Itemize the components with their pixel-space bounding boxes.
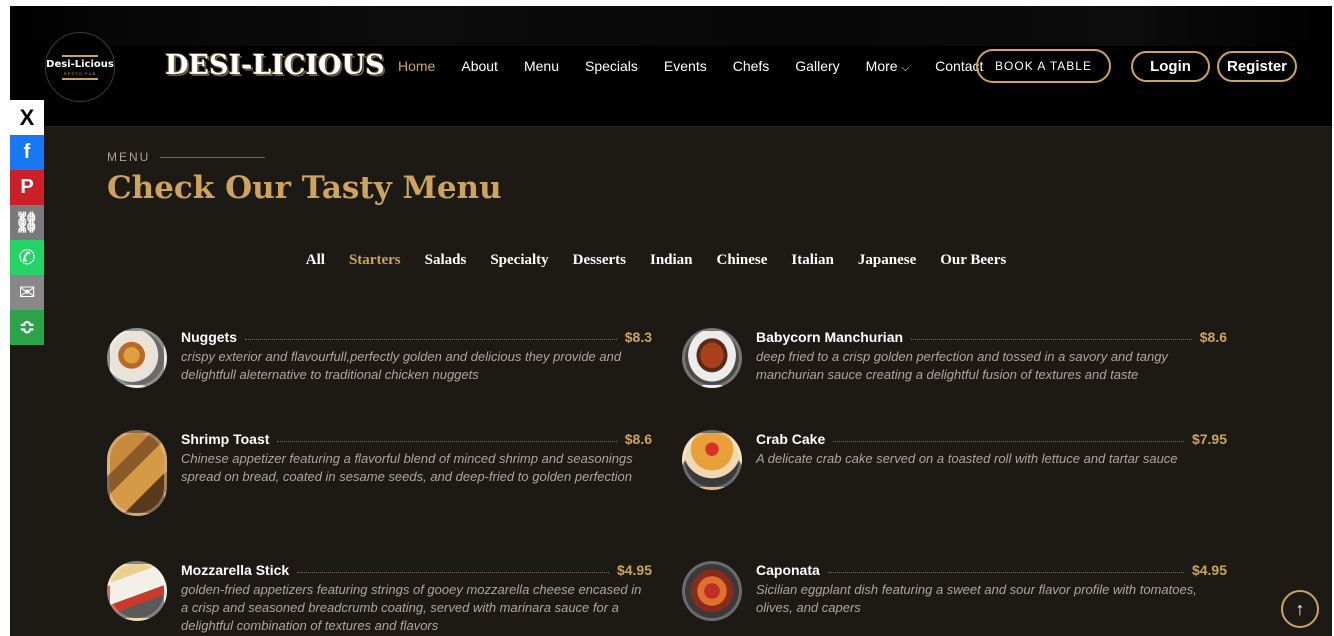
nav-more[interactable]: More ⌵: [866, 58, 910, 74]
section-title: Check Our Tasty Menu: [107, 170, 502, 206]
copy-link-button[interactable]: ⛓: [10, 205, 44, 240]
more-share-icon: ≎: [18, 317, 36, 339]
item-name: Crab Cake: [756, 431, 826, 447]
item-description: Chinese appetizer featuring a flavorful …: [181, 451, 633, 484]
nav-home[interactable]: Home: [398, 58, 435, 74]
filter-indian[interactable]: Indian: [650, 252, 693, 269]
section-eyebrow: MENU: [107, 150, 266, 164]
more-share-button[interactable]: ≎: [10, 310, 44, 345]
item-name: Mozzarella Stick: [181, 562, 290, 578]
eyebrow-divider: [160, 156, 266, 158]
filter-our-beers[interactable]: Our Beers: [940, 252, 1006, 269]
filter-italian[interactable]: Italian: [791, 252, 834, 269]
chevron-down-icon: ⌵: [901, 63, 910, 74]
x-share-button[interactable]: X: [10, 100, 44, 135]
login-button[interactable]: Login: [1131, 51, 1210, 82]
nav-gallery[interactable]: Gallery: [795, 58, 839, 74]
item-description: golden-fried appetizers featuring string…: [181, 582, 642, 633]
item-description: deep fried to a crisp golden perfection …: [756, 349, 1168, 382]
item-price: $8.6: [1199, 329, 1227, 345]
dotted-leader: [297, 571, 609, 573]
site-logo[interactable]: Desi-Licious RESTO-PUB: [45, 32, 115, 102]
food-image[interactable]: [682, 430, 742, 490]
header-decoration: [10, 6, 1332, 46]
item-price: $4.95: [616, 562, 652, 578]
food-image[interactable]: [682, 328, 742, 388]
book-table-button[interactable]: BOOK A TABLE: [976, 49, 1111, 83]
fork-icon: [62, 54, 98, 57]
pinterest-icon: P: [20, 176, 34, 198]
page-frame: Desi-Licious RESTO-PUB DESI-LICIOUS Home…: [10, 6, 1332, 636]
nav-about[interactable]: About: [461, 58, 498, 74]
facebook-icon: f: [23, 141, 31, 163]
scroll-to-top-button[interactable]: ↑: [1281, 590, 1319, 628]
item-price: $7.95: [1191, 431, 1227, 447]
nav-specials[interactable]: Specials: [585, 58, 638, 74]
knife-icon: [62, 77, 98, 80]
whatsapp-icon: ✆: [18, 247, 36, 269]
dotted-leader: [911, 338, 1192, 340]
item-name: Shrimp Toast: [181, 431, 270, 447]
nav-chefs[interactable]: Chefs: [733, 58, 770, 74]
item-price: $4.95: [1191, 562, 1227, 578]
nav-menu[interactable]: Menu: [524, 58, 559, 74]
item-price: $8.6: [624, 431, 652, 447]
email-share-button[interactable]: ✉: [10, 275, 44, 310]
site-header: Desi-Licious RESTO-PUB DESI-LICIOUS Home…: [10, 6, 1332, 127]
logo-subtitle: RESTO-PUB: [63, 70, 97, 76]
whatsapp-share-button[interactable]: ✆: [10, 240, 44, 275]
item-price: $8.3: [624, 329, 652, 345]
logo-name: Desi-Licious: [46, 58, 114, 70]
nav-more-label: More: [865, 58, 898, 74]
arrow-up-icon: ↑: [1295, 598, 1305, 619]
pinterest-share-button[interactable]: P: [10, 170, 44, 205]
dotted-leader: [245, 338, 617, 340]
facebook-share-button[interactable]: f: [10, 135, 44, 170]
filter-all[interactable]: All: [306, 252, 325, 269]
brand-wordmark[interactable]: DESI-LICIOUS: [165, 50, 385, 81]
item-name: Caponata: [756, 562, 820, 578]
nav-events[interactable]: Events: [664, 58, 707, 74]
filter-starters[interactable]: Starters: [349, 252, 401, 269]
filter-specialty[interactable]: Specialty: [490, 252, 548, 269]
food-image[interactable]: [107, 430, 167, 516]
food-image[interactable]: [107, 328, 167, 388]
filter-desserts[interactable]: Desserts: [573, 252, 626, 269]
dotted-leader: [827, 571, 1184, 573]
main-nav: Home About Menu Specials Events Chefs Ga…: [398, 58, 1009, 74]
x-icon: X: [19, 104, 35, 130]
copy-link-icon: ⛓: [14, 212, 40, 234]
social-share-bar: X f P ⛓ ✆ ✉ ≎: [10, 100, 44, 345]
eyebrow-label: MENU: [107, 150, 151, 164]
item-description: Sicilian eggplant dish featuring a sweet…: [756, 582, 1197, 615]
dotted-leader: [277, 440, 617, 442]
food-image[interactable]: [107, 561, 167, 621]
item-name: Nuggets: [181, 329, 237, 345]
item-description: crispy exterior and flavourfull,perfectl…: [181, 349, 622, 382]
food-image[interactable]: [682, 561, 742, 621]
filter-salads[interactable]: Salads: [425, 252, 467, 269]
register-button[interactable]: Register: [1217, 51, 1297, 82]
email-icon: ✉: [18, 282, 36, 304]
item-description: A delicate crab cake served on a toasted…: [756, 451, 1178, 466]
menu-filters: All Starters Salads Specialty Desserts I…: [10, 252, 1332, 269]
filter-japanese[interactable]: Japanese: [858, 252, 916, 269]
item-name: Babycorn Manchurian: [756, 329, 904, 345]
dotted-leader: [833, 440, 1184, 442]
filter-chinese[interactable]: Chinese: [717, 252, 768, 269]
